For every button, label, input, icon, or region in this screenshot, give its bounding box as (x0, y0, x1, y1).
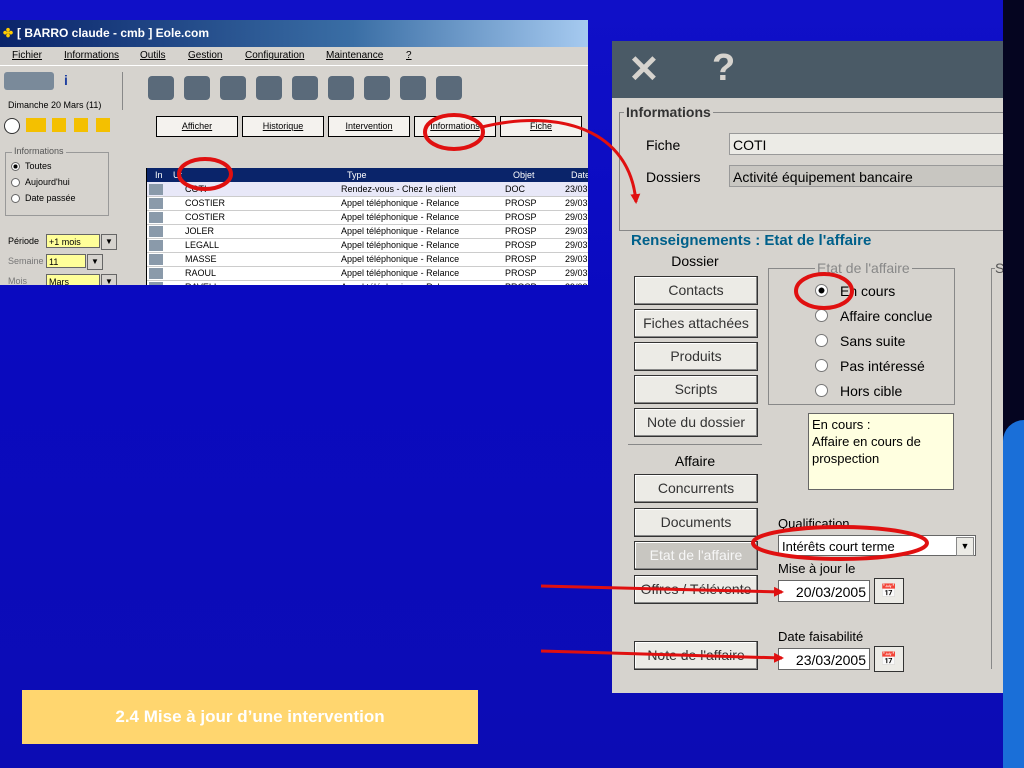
arrow-to-faisabilite-date (540, 649, 784, 663)
highlight-qualification (751, 525, 929, 561)
highlight-coti-row (177, 157, 233, 191)
highlight-en-cours-radio (794, 272, 854, 310)
arrow-to-dialog (481, 119, 641, 204)
annotation-overlay (177, 113, 929, 663)
highlight-informations-tab (423, 113, 485, 151)
arrow-to-maj-date (540, 584, 784, 597)
